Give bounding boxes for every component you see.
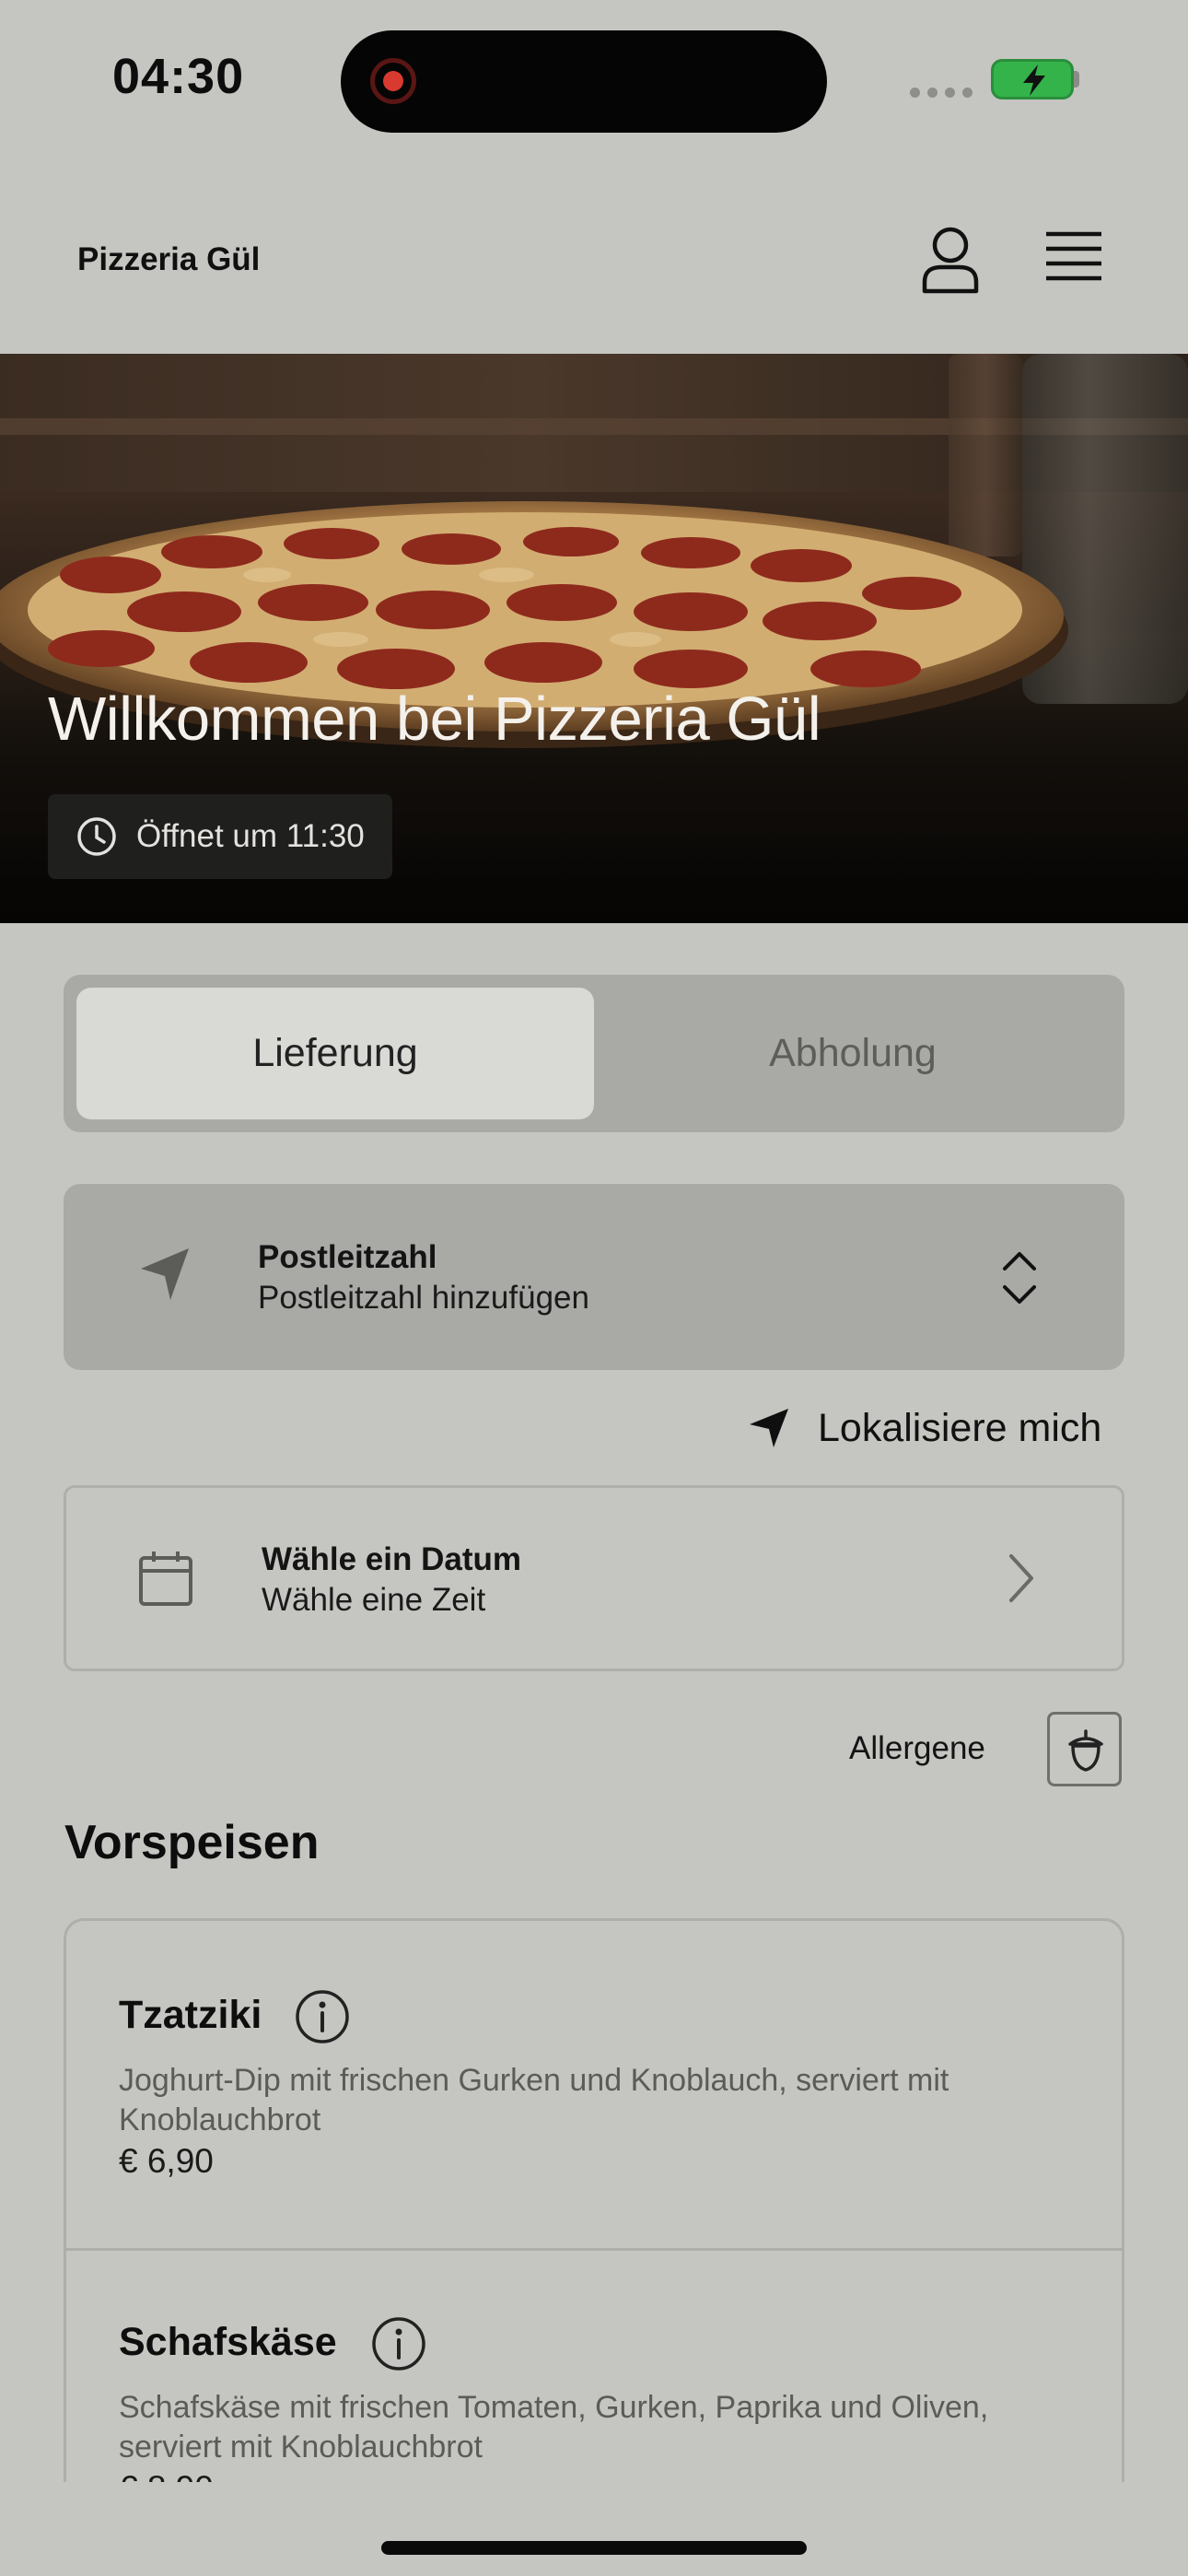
info-icon[interactable]	[371, 2316, 426, 2371]
opening-hours-text: Öffnet um 11:30	[136, 818, 365, 854]
hero-banner: Willkommen bei Pizzeria Gül Öffnet um 11…	[0, 354, 1188, 923]
cellular-signal-icon	[910, 88, 973, 99]
delivery-tab[interactable]: Lieferung	[76, 988, 594, 1119]
battery-cap	[1074, 71, 1079, 88]
info-icon[interactable]	[295, 1989, 350, 2044]
acorn-icon	[1068, 1729, 1103, 1772]
locate-me-label: Lokalisiere mich	[818, 1405, 1102, 1450]
allergen-filter: Allergene	[829, 1710, 1124, 1787]
battery-charging-icon	[991, 59, 1074, 100]
menu-item[interactable]: Schafskäse Schafskäse mit frischen Tomat…	[66, 2251, 1122, 2482]
dynamic-island	[341, 30, 827, 133]
menu-item-description: Joghurt-Dip mit frischen Gurken und Knob…	[119, 2063, 949, 2137]
account-button[interactable]	[914, 221, 987, 295]
screen-recording-icon	[370, 58, 416, 104]
menu-item-price: € 6,90	[119, 2142, 214, 2180]
delivery-mode-toggle: Lieferung Abholung	[64, 975, 1124, 1132]
allergen-filter-button[interactable]	[1047, 1712, 1122, 1786]
menu-item-name: Schafskäse	[119, 2320, 337, 2364]
user-icon	[922, 227, 979, 294]
pickup-tab[interactable]: Abholung	[594, 988, 1112, 1119]
menu-button[interactable]	[1041, 225, 1107, 291]
calendar-icon	[139, 1551, 192, 1606]
menu-item-name: Tzatziki	[119, 1993, 262, 2037]
opening-hours-badge: Öffnet um 11:30	[48, 794, 392, 879]
allergen-label: Allergene	[849, 1730, 985, 1766]
brand-name[interactable]: Pizzeria Gül	[77, 241, 260, 278]
date-label: Wähle ein Datum	[262, 1541, 521, 1577]
menu-item-price: € 8,90	[119, 2469, 214, 2482]
postcode-selector[interactable]: Postleitzahl Postleitzahl hinzufügen	[64, 1184, 1124, 1370]
chevron-up-down-icon	[1003, 1252, 1036, 1304]
postcode-value: Postleitzahl hinzufügen	[258, 1280, 589, 1316]
app-screen: 04:30 Pizzeria Gül Willkommen bei Pizzer…	[0, 0, 1188, 2576]
status-bar: 04:30	[0, 0, 1188, 166]
chevron-right-icon	[1009, 1554, 1033, 1602]
menu-item-list: Tzatziki Joghurt-Dip mit frischen Gurken…	[64, 1918, 1124, 2482]
top-nav: Pizzeria Gül	[0, 166, 1188, 354]
schedule-picker[interactable]: Wähle ein Datum Wähle eine Zeit	[64, 1485, 1124, 1671]
navigation-arrow-icon	[141, 1248, 189, 1300]
hero-title: Willkommen bei Pizzeria Gül	[48, 685, 821, 754]
menu-item-description: Schafskäse mit frischen Tomaten, Gurken,…	[119, 2390, 989, 2465]
menu-item[interactable]: Tzatziki Joghurt-Dip mit frischen Gurken…	[66, 1921, 1122, 2248]
hamburger-menu-icon	[1046, 231, 1101, 281]
locate-me-button[interactable]: Lokalisiere mich	[748, 1400, 1101, 1456]
clock-icon	[77, 817, 116, 856]
time-label: Wähle eine Zeit	[262, 1582, 486, 1618]
postcode-label: Postleitzahl	[258, 1239, 437, 1275]
location-arrow-icon	[750, 1409, 788, 1447]
home-indicator[interactable]	[381, 2541, 807, 2555]
menu-section-title: Vorspeisen	[64, 1816, 320, 1869]
status-time: 04:30	[112, 49, 245, 104]
